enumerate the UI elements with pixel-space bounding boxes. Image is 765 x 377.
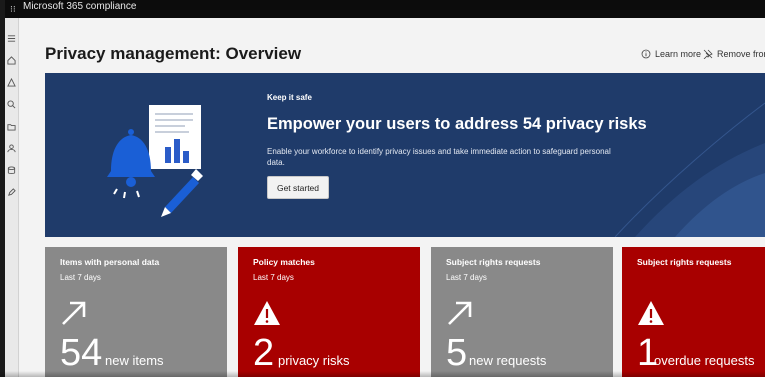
trend-up-arrow-icon (448, 301, 472, 325)
app-title: Microsoft 365 compliance (23, 1, 137, 12)
database-icon[interactable] (7, 166, 16, 175)
hero-title: Empower your users to address 54 privacy… (267, 115, 647, 133)
card-items-personal-data[interactable]: Items with personal data Last 7 days 54 … (45, 247, 227, 377)
home-icon[interactable] (7, 56, 16, 65)
card-value: 2 (253, 332, 275, 374)
trend-up-arrow-icon (62, 301, 86, 325)
unpin-icon (703, 49, 713, 59)
card-policy-matches[interactable]: Policy matches Last 7 days 2 privacy ris… (238, 247, 420, 377)
edit-icon[interactable] (7, 188, 16, 197)
remove-button[interactable]: Remove from (703, 49, 765, 59)
info-icon (641, 49, 651, 59)
app-title-bar: ⁝⁝ Microsoft 365 compliance (5, 0, 765, 18)
warning-icon (638, 301, 664, 325)
hero-kicker: Keep it safe (267, 93, 312, 102)
warning-icon[interactable] (7, 78, 16, 87)
privacy-illustration (107, 105, 203, 217)
card-title: Items with personal data (60, 257, 160, 267)
folder-icon[interactable] (7, 122, 16, 131)
warning-icon (254, 301, 280, 325)
card-value: 54 (60, 332, 103, 374)
card-period: Last 7 days (253, 273, 294, 282)
learn-more-button[interactable]: Learn more (641, 49, 701, 59)
page-title: Privacy management: Overview (45, 44, 302, 63)
get-started-button[interactable]: Get started (267, 176, 329, 199)
card-unit: privacy risks (278, 353, 350, 368)
card-unit: new requests (469, 353, 547, 368)
main-content: Privacy management: Overview Learn more … (19, 18, 765, 377)
hero-banner: Keep it safe Empower your users to addre… (45, 73, 765, 237)
left-nav-rail (5, 18, 19, 377)
search-icon[interactable] (7, 100, 16, 109)
menu-icon[interactable] (7, 34, 16, 43)
card-title: Policy matches (253, 257, 315, 267)
card-period: Last 7 days (446, 273, 487, 282)
remove-label: Remove from (717, 49, 765, 59)
users-icon[interactable] (7, 144, 16, 153)
card-unit: overdue requests (654, 353, 755, 368)
card-title: Subject rights requests (446, 257, 541, 267)
card-title: Subject rights requests (637, 257, 732, 267)
app-launcher-icon[interactable]: ⁝⁝ (10, 2, 16, 16)
learn-more-label: Learn more (655, 49, 702, 59)
card-unit: new items (105, 353, 164, 368)
banner-wave-decoration (615, 102, 765, 237)
hero-description: Enable your workforce to identify privac… (267, 147, 611, 167)
card-subject-rights-new[interactable]: Subject rights requests Last 7 days 5 ne… (431, 247, 613, 377)
card-period: Last 7 days (60, 273, 101, 282)
card-subject-rights-overdue[interactable]: Subject rights requests 1 overdue reques… (622, 247, 765, 377)
screen-edge-shadow (0, 371, 765, 377)
card-value: 5 (446, 332, 468, 374)
